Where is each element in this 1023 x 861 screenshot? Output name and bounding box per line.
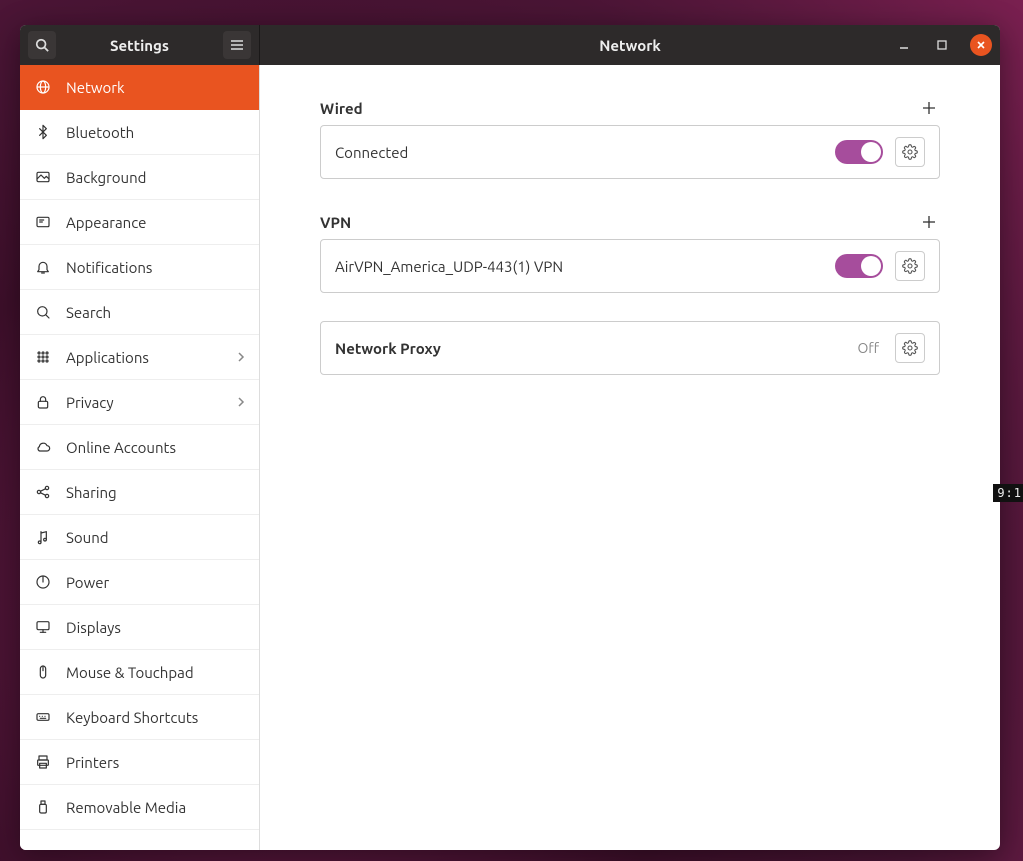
gear-icon: [902, 340, 918, 356]
proxy-status: Off: [857, 340, 879, 356]
proxy-title: Network Proxy: [335, 340, 845, 357]
maximize-button[interactable]: [932, 35, 952, 55]
sidebar-item-label: Network: [66, 79, 125, 96]
titlebar: Settings Network: [20, 25, 1000, 65]
settings-window: Settings Network Network Bluetooth Backgro…: [20, 25, 1000, 850]
search-button[interactable]: [28, 31, 56, 59]
share-icon: [34, 484, 52, 500]
gear-icon: [902, 144, 918, 160]
wired-status-label: Connected: [335, 144, 823, 161]
vpn-toggle[interactable]: [835, 254, 883, 278]
vpn-section-title: VPN: [320, 214, 918, 231]
add-wired-button[interactable]: [918, 97, 940, 119]
wired-panel: Connected: [320, 125, 940, 179]
bell-icon: [34, 259, 52, 275]
sidebar-item-label: Keyboard Shortcuts: [66, 709, 198, 726]
proxy-settings-button[interactable]: [895, 333, 925, 363]
wired-row: Connected: [321, 126, 939, 178]
sidebar-item-search[interactable]: Search: [20, 290, 259, 335]
bluetooth-icon: [34, 124, 52, 140]
sidebar-item-label: Bluetooth: [66, 124, 134, 141]
printer-icon: [34, 754, 52, 770]
sidebar-item-label: Mouse & Touchpad: [66, 664, 194, 681]
wired-toggle[interactable]: [835, 140, 883, 164]
sidebar-item-label: Background: [66, 169, 146, 186]
close-button[interactable]: [970, 34, 992, 56]
sidebar-item-power[interactable]: Power: [20, 560, 259, 605]
search-icon: [35, 38, 49, 52]
sidebar-item-label: Privacy: [66, 394, 114, 411]
background-icon: [34, 169, 52, 185]
mouse-icon: [34, 664, 52, 680]
hamburger-icon: [230, 39, 244, 51]
sidebar-item-sound[interactable]: Sound: [20, 515, 259, 560]
keyboard-icon: [34, 709, 52, 725]
sidebar-item-sharing[interactable]: Sharing: [20, 470, 259, 515]
wired-settings-button[interactable]: [895, 137, 925, 167]
sidebar-item-privacy[interactable]: Privacy: [20, 380, 259, 425]
vpn-panel: AirVPN_America_UDP-443(1) VPN: [320, 239, 940, 293]
hamburger-menu-button[interactable]: [223, 31, 251, 59]
sidebar-item-label: Printers: [66, 754, 119, 771]
sidebar-item-applications[interactable]: Applications: [20, 335, 259, 380]
globe-icon: [34, 79, 52, 95]
wired-section-header: Wired: [320, 97, 940, 119]
window-body: Network Bluetooth Background Appearance Noti…: [20, 65, 1000, 850]
sidebar-item-appearance[interactable]: Appearance: [20, 200, 259, 245]
sidebar-item-network[interactable]: Network: [20, 65, 259, 110]
sidebar-item-removable-media[interactable]: Removable Media: [20, 785, 259, 830]
minimize-button[interactable]: [894, 35, 914, 55]
sidebar-title: Settings: [56, 37, 223, 54]
sidebar-item-printers[interactable]: Printers: [20, 740, 259, 785]
sound-icon: [34, 529, 52, 545]
sidebar-item-displays[interactable]: Displays: [20, 605, 259, 650]
sidebar-item-label: Power: [66, 574, 109, 591]
window-title: Network: [260, 37, 1000, 54]
add-vpn-button[interactable]: [918, 211, 940, 233]
sidebar-item-label: Sound: [66, 529, 109, 546]
sidebar-item-label: Removable Media: [66, 799, 186, 816]
sidebar-item-label: Search: [66, 304, 111, 321]
vpn-row: AirVPN_America_UDP-443(1) VPN: [321, 240, 939, 292]
titlebar-sidebar-header: Settings: [20, 25, 260, 65]
sidebar-item-bluetooth[interactable]: Bluetooth: [20, 110, 259, 155]
desktop-clock-fragment: 9:1: [993, 484, 1023, 502]
proxy-row[interactable]: Network Proxy Off: [321, 322, 939, 374]
main-content: Wired Connected VPN: [260, 65, 1000, 850]
search-icon: [34, 304, 52, 320]
plus-icon: [922, 101, 936, 115]
appearance-icon: [34, 214, 52, 230]
vpn-section-header: VPN: [320, 211, 940, 233]
vpn-name-label: AirVPN_America_UDP-443(1) VPN: [335, 258, 823, 275]
vpn-settings-button[interactable]: [895, 251, 925, 281]
sidebar-item-label: Appearance: [66, 214, 146, 231]
wired-section-title: Wired: [320, 100, 918, 117]
sidebar-item-keyboard-shortcuts[interactable]: Keyboard Shortcuts: [20, 695, 259, 740]
close-icon: [976, 40, 986, 50]
chevron-right-icon: [237, 349, 245, 366]
sidebar-item-label: Online Accounts: [66, 439, 176, 456]
power-icon: [34, 574, 52, 590]
maximize-icon: [937, 40, 947, 50]
sidebar-item-label: Sharing: [66, 484, 117, 501]
sidebar-item-label: Displays: [66, 619, 121, 636]
proxy-panel: Network Proxy Off: [320, 321, 940, 375]
sidebar-item-background[interactable]: Background: [20, 155, 259, 200]
sidebar-item-label: Applications: [66, 349, 149, 366]
gear-icon: [902, 258, 918, 274]
plus-icon: [922, 215, 936, 229]
sidebar-item-label: Notifications: [66, 259, 152, 276]
sidebar-item-online-accounts[interactable]: Online Accounts: [20, 425, 259, 470]
sidebar-item-mouse-touchpad[interactable]: Mouse & Touchpad: [20, 650, 259, 695]
sidebar-item-notifications[interactable]: Notifications: [20, 245, 259, 290]
chevron-right-icon: [237, 394, 245, 411]
cloud-icon: [34, 439, 52, 455]
lock-icon: [34, 394, 52, 410]
grid-icon: [34, 349, 52, 365]
usb-icon: [34, 799, 52, 815]
sidebar[interactable]: Network Bluetooth Background Appearance Noti…: [20, 65, 260, 850]
window-controls: [894, 25, 992, 65]
display-icon: [34, 619, 52, 635]
minimize-icon: [898, 39, 910, 51]
